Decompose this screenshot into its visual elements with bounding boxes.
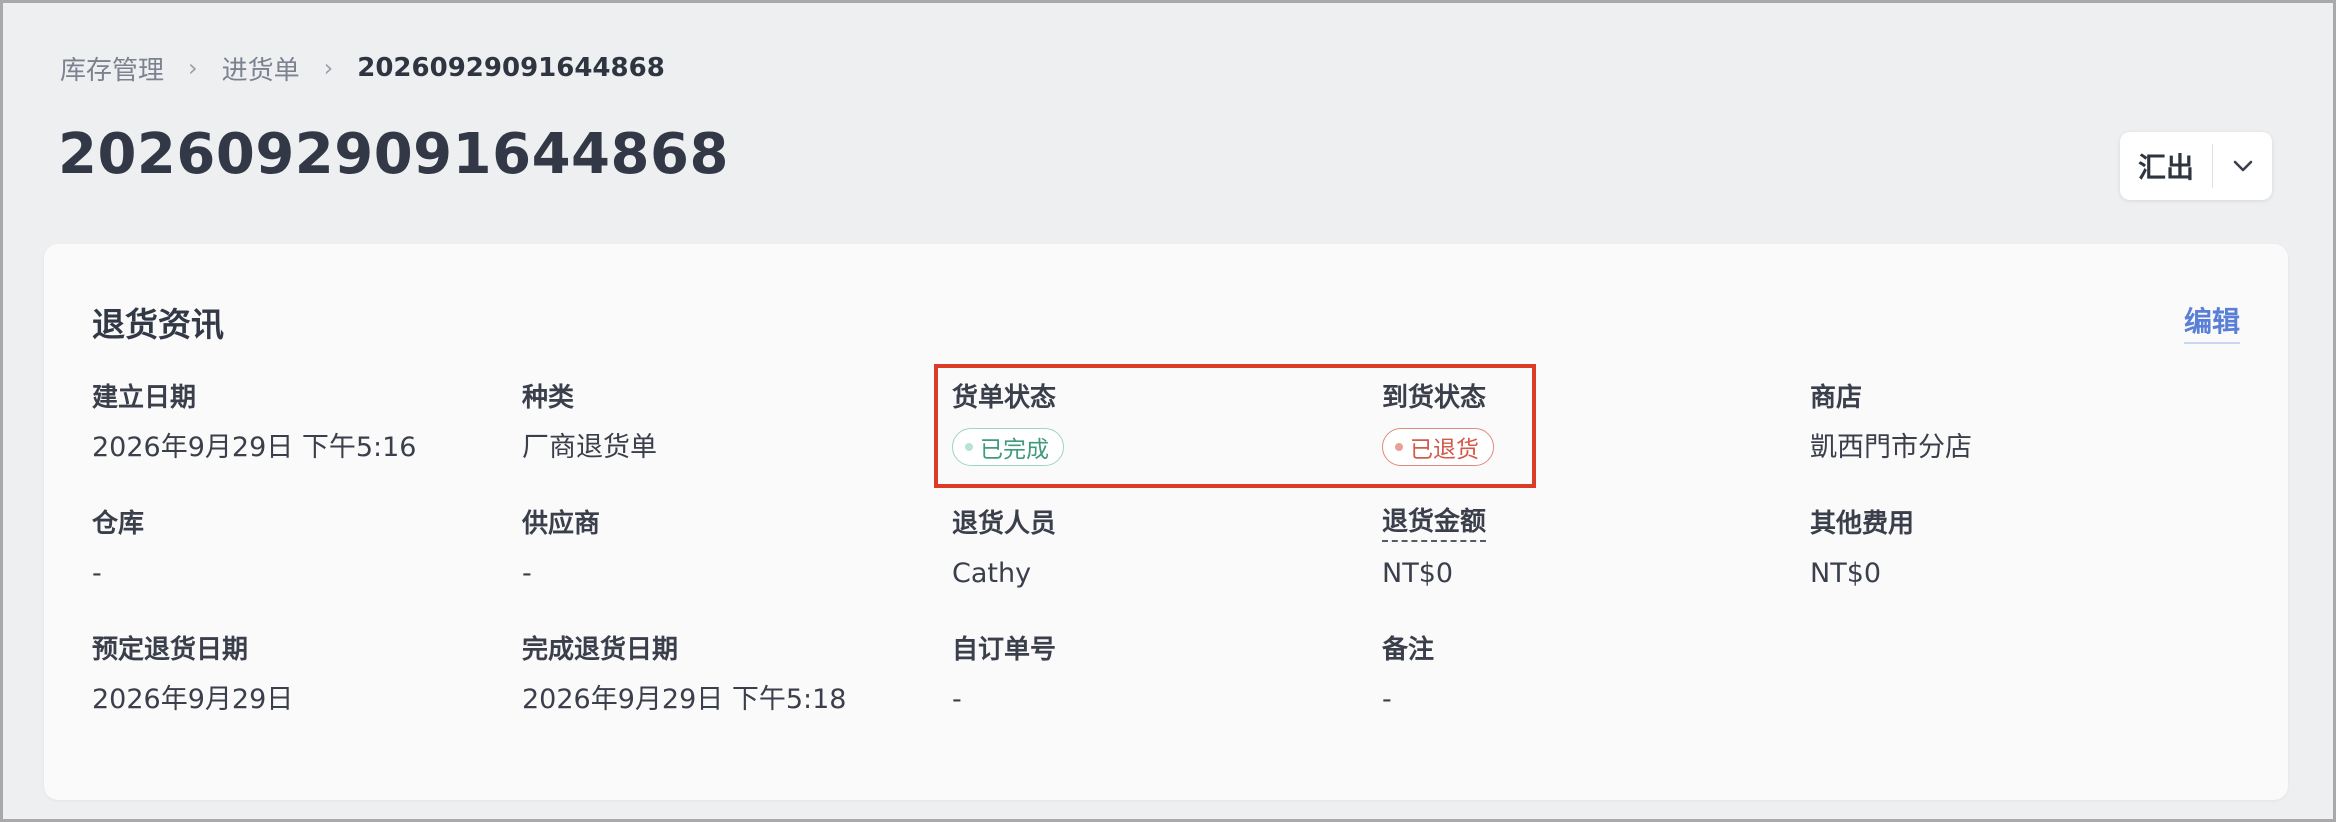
field-value: 厂商退货单: [522, 432, 657, 463]
field-label: 仓库: [92, 509, 145, 539]
breadcrumb-item-purchase-orders[interactable]: 进货单: [222, 50, 300, 87]
field-supplier: 供应商 -: [522, 506, 922, 592]
field-label: 预定退货日期: [92, 635, 249, 665]
field-return-amount: 退货金额 NT$0: [1382, 506, 1782, 592]
export-button[interactable]: 汇出: [2120, 132, 2212, 200]
export-button-group: 汇出: [2120, 132, 2272, 200]
page-title: 20260929091644868: [58, 122, 729, 187]
field-value: -: [1382, 684, 1392, 715]
field-value: 凱西門市分店: [1810, 432, 1972, 463]
field-label-tooltip-trigger[interactable]: 退货金额: [1382, 506, 1487, 542]
field-custom-order-number: 自订单号 -: [952, 632, 1352, 718]
field-scheduled-return-date: 预定退货日期 2026年9月29日: [92, 632, 492, 718]
field-label: 供应商: [522, 509, 601, 539]
field-completed-return-date: 完成退货日期 2026年9月29日 下午5:18: [522, 632, 922, 718]
field-value: 2026年9月29日 下午5:16: [92, 432, 417, 463]
field-value: NT$0: [1382, 558, 1454, 589]
field-other-fees: 其他费用 NT$0: [1810, 506, 2210, 592]
export-dropdown-button[interactable]: [2213, 132, 2272, 200]
breadcrumb: 库存管理 › 进货单 › 20260929091644868: [60, 48, 665, 88]
field-label: 完成退货日期: [522, 635, 679, 665]
field-label: 商店: [1810, 383, 1863, 413]
field-type: 种类 厂商退货单: [522, 380, 922, 466]
chevron-down-icon: [2233, 160, 2252, 172]
field-created-date: 建立日期 2026年9月29日 下午5:16: [92, 380, 492, 466]
return-info-card: 退货资讯 编辑 建立日期 2026年9月29日 下午5:16 种类 厂商退货单 …: [44, 244, 2288, 800]
field-value: -: [92, 558, 102, 589]
field-value: Cathy: [952, 558, 1032, 589]
field-return-staff: 退货人员 Cathy: [952, 506, 1352, 592]
field-label: 种类: [522, 383, 575, 413]
breadcrumb-current: 20260929091644868: [357, 53, 665, 83]
field-value: NT$0: [1810, 558, 1882, 589]
field-store: 商店 凱西門市分店: [1810, 380, 2210, 466]
field-label: 自订单号: [952, 635, 1057, 665]
edit-link[interactable]: 编辑: [2183, 300, 2240, 344]
field-value: -: [522, 558, 532, 589]
chevron-right-icon: ›: [188, 54, 198, 82]
field-label: 备注: [1382, 635, 1435, 665]
breadcrumb-item-inventory[interactable]: 库存管理: [60, 50, 164, 87]
field-label: 退货人员: [952, 509, 1057, 539]
highlight-annotation-box: [934, 364, 1536, 488]
field-notes: 备注 -: [1382, 632, 1782, 718]
field-label: 建立日期: [92, 383, 197, 413]
field-warehouse: 仓库 -: [92, 506, 492, 592]
field-value: 2026年9月29日 下午5:18: [522, 684, 847, 715]
field-label: 其他费用: [1810, 509, 1915, 539]
field-value: 2026年9月29日: [92, 684, 294, 715]
card-title: 退货资讯: [92, 305, 224, 344]
chevron-right-icon: ›: [323, 54, 334, 82]
field-value: -: [952, 684, 962, 715]
